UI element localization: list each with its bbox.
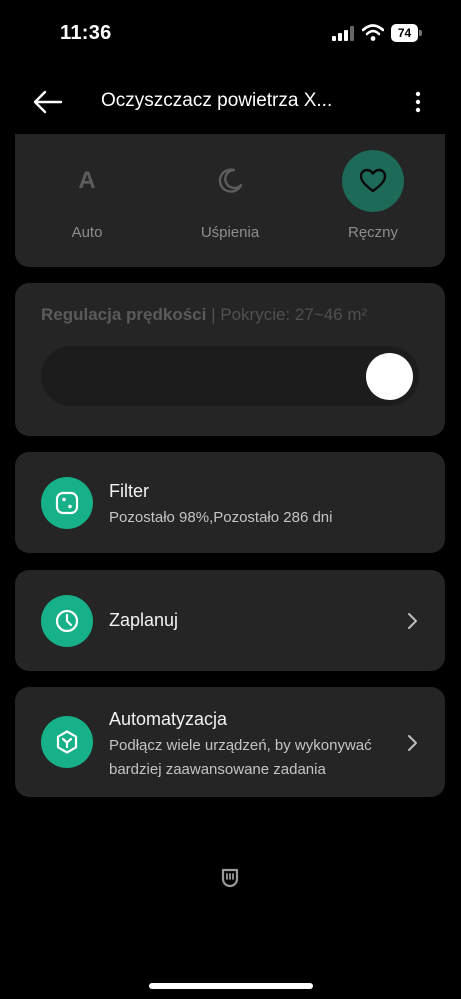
automation-title: Automatyzacja — [109, 709, 228, 729]
heart-icon — [342, 150, 404, 212]
speed-coverage: Pokrycie: 27~46 m² — [220, 305, 368, 324]
speed-slider-knob[interactable] — [366, 353, 413, 400]
mode-manual[interactable]: Ręczny — [308, 150, 438, 250]
speed-separator: | — [211, 305, 216, 324]
automation-description-line1: Podłącz wiele urządzeń, by wykonywać — [109, 737, 372, 754]
battery-indicator: 74 — [391, 24, 423, 42]
mode-selector-card: A Auto Uśpienia Ręczny — [15, 134, 445, 267]
speed-title-label: Regulacja prędkości — [41, 305, 207, 324]
mode-manual-label: Ręczny — [347, 224, 399, 241]
automation-icon — [41, 716, 93, 768]
filter-title: Filter — [109, 481, 149, 501]
more-options-icon[interactable] — [408, 87, 428, 117]
home-indicator[interactable] — [149, 983, 313, 989]
cellular-signal-icon — [332, 26, 354, 41]
speed-slider[interactable] — [41, 346, 419, 406]
back-arrow-icon[interactable] — [30, 87, 64, 117]
mode-auto[interactable]: A Auto — [22, 150, 152, 250]
battery-level: 74 — [391, 24, 418, 42]
automation-description-line2: bardziej zaawansowane zadania — [109, 761, 326, 778]
mode-sleep-label: Uśpienia — [200, 224, 260, 241]
speed-control-card: Regulacja prędkości | Pokrycie: 27~46 m² — [15, 283, 445, 436]
letter-a-glyph: A — [78, 167, 96, 194]
chevron-right-icon — [408, 613, 417, 629]
letter-a-icon: A — [56, 150, 118, 212]
mode-auto-label: Auto — [71, 224, 103, 241]
header: Oczyszczacz powietrza X... — [0, 70, 461, 134]
speed-title: Regulacja prędkości | Pokrycie: 27~46 m² — [41, 305, 367, 325]
automation-card[interactable]: Automatyzacja Podłącz wiele urządzeń, by… — [15, 687, 445, 797]
wifi-icon — [362, 24, 384, 41]
chevron-right-icon — [408, 735, 417, 751]
filter-status: Pozostało 98%,Pozostało 286 dni — [109, 509, 333, 526]
mi-home-logo-icon — [221, 868, 239, 888]
clock-icon — [41, 595, 93, 647]
schedule-card[interactable]: Zaplanuj — [15, 570, 445, 671]
schedule-title: Zaplanuj — [109, 610, 179, 630]
filter-card[interactable]: Filter Pozostało 98%,Pozostało 286 dni — [15, 452, 445, 553]
filter-icon — [41, 477, 93, 529]
status-time: 11:36 — [60, 22, 112, 44]
moon-icon — [199, 150, 261, 212]
battery-tip — [419, 30, 422, 36]
automation-description: Podłącz wiele urządzeń, by wykonywać bar… — [109, 734, 372, 782]
status-bar: 11:36 74 — [0, 0, 461, 70]
mode-sleep[interactable]: Uśpienia — [165, 150, 295, 250]
page-title: Oczyszczacz powietrza X... — [101, 90, 333, 111]
